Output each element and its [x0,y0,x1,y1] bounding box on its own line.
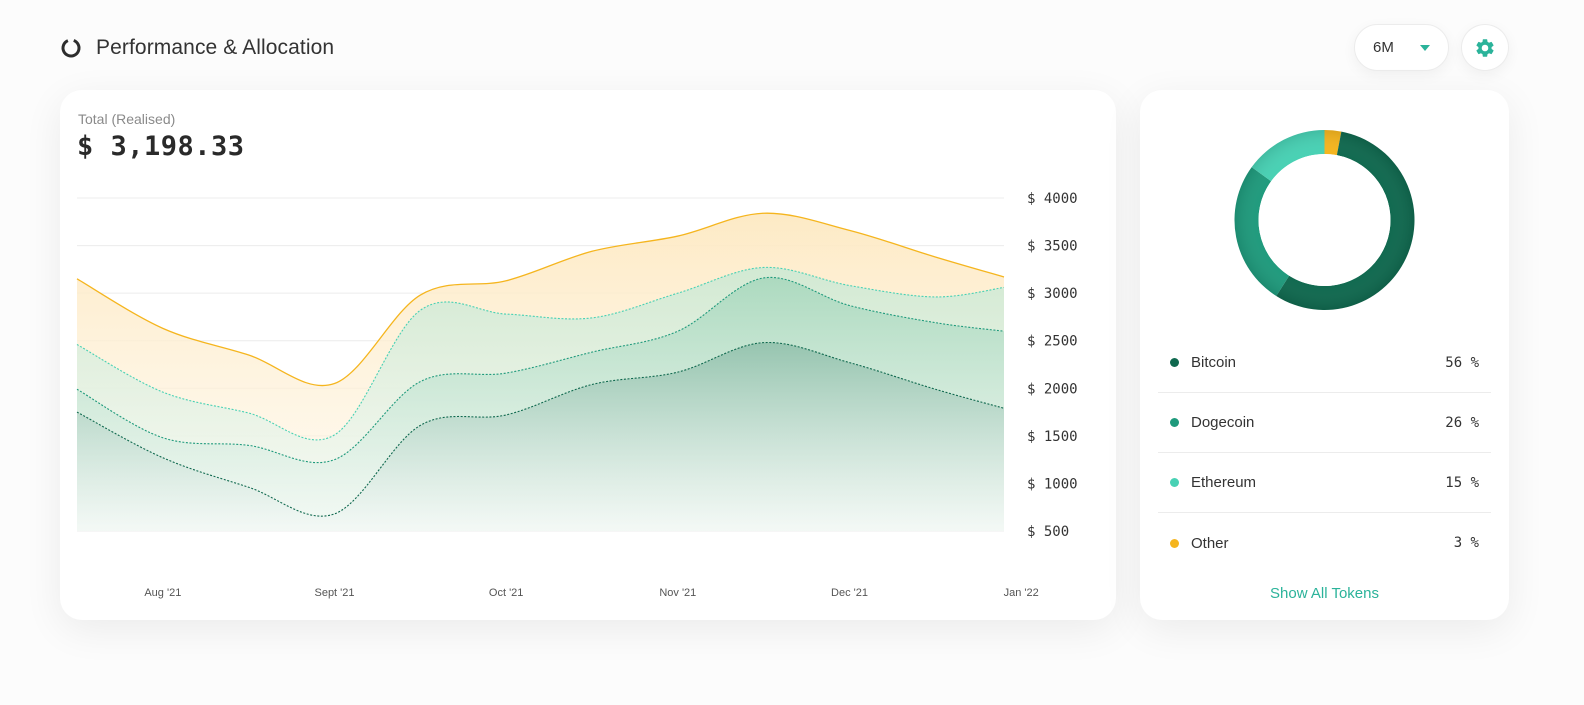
header: Performance & Allocation [60,30,334,66]
x-tick-label: Aug '21 [144,587,181,599]
y-tick-label: $ 1000 [1027,476,1078,492]
token-row-dogecoin[interactable]: Dogecoin 26 % [1158,393,1491,453]
ethereum-dot-icon [1170,478,1179,487]
show-all-tokens-link[interactable]: Show All Tokens [1140,585,1509,602]
token-name: Dogecoin [1191,414,1255,431]
y-tick-label: $ 4000 [1027,191,1078,207]
y-tick-label: $ 500 [1027,524,1069,540]
performance-chart: $ 4000 $ 3500 $ 3000 $ 2500 $ 2000 $ 1500 $ 10… [76,191,1078,599]
token-percent: 26 % [1445,414,1479,431]
other-dot-icon [1170,538,1179,548]
caret-down-icon [1420,45,1430,51]
page-title: Performance & Allocation [96,36,335,59]
token-percent: 56 % [1445,354,1479,371]
y-tick-label: $ 2500 [1027,334,1078,350]
gear-icon [1476,38,1494,57]
token-row-ethereum[interactable]: Ethereum 15 % [1158,453,1491,513]
range-select-value: 6M [1373,39,1394,56]
token-row-bitcoin[interactable]: Bitcoin 56 % [1158,333,1491,393]
x-tick-label: Dec '21 [831,587,868,599]
x-axis-ticks: Aug '21 Sept '21 Oct '21 Nov '21 Dec '21 Jan … [144,587,1038,599]
x-tick-label: Jan '22 [1004,587,1039,599]
bitcoin-dot-icon [1170,358,1179,367]
token-name: Ethereum [1191,474,1257,491]
x-tick-label: Sept '21 [314,587,354,599]
allocation-donut-chart [1234,130,1415,310]
allocation-card: Bitcoin 56 % Dogecoin 26 % Ethereum 15 %… [1140,90,1509,620]
y-tick-label: $ 3500 [1027,239,1078,255]
token-row-other[interactable]: Other 3 % [1158,513,1491,573]
y-tick-label: $ 2000 [1027,381,1078,397]
token-name: Other [1191,534,1229,552]
y-axis-ticks: $ 4000 $ 3500 $ 3000 $ 2500 $ 2000 $ 1500 $ 10… [1027,191,1078,540]
settings-button[interactable] [1461,24,1509,71]
y-tick-label: $ 3000 [1027,286,1078,302]
allocation-ring-icon [61,38,81,58]
x-tick-label: Nov '21 [659,587,696,599]
x-tick-label: Oct '21 [489,587,524,599]
performance-card: Total (Realised) $ 3,198.33 $ 4000 $ 350… [60,90,1116,620]
range-select[interactable]: 6M [1354,24,1449,71]
dogecoin-dot-icon [1170,418,1179,427]
y-tick-label: $ 1500 [1027,429,1078,445]
donut-hole [1258,154,1391,286]
token-percent: 15 % [1445,474,1479,491]
token-name: Bitcoin [1191,354,1237,371]
token-percent: 3 % [1453,535,1479,551]
chart-areas [77,213,1004,531]
